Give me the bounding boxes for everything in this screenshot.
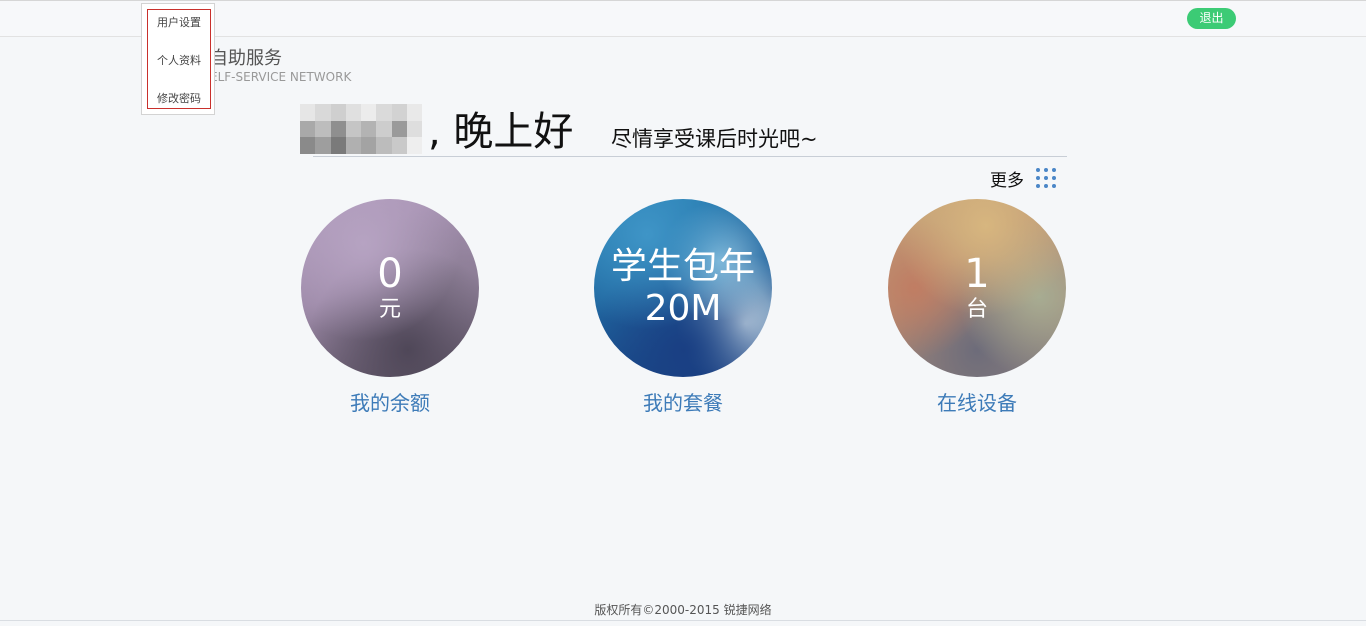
logout-button[interactable]: 退出 (1187, 8, 1236, 29)
balance-circle: 0 元 (301, 199, 479, 377)
devices-unit: 台 (965, 297, 988, 322)
balance-unit: 元 (378, 297, 401, 322)
more-link[interactable]: 更多 (990, 166, 1058, 191)
plan-name: 学生包年 (610, 246, 755, 287)
balance-value: 0 (377, 251, 403, 297)
blurred-username (300, 104, 422, 154)
user-menu-list: 用户设置 个人资料 修改密码 (147, 9, 211, 109)
devices-value: 1 (964, 251, 990, 297)
balance-label[interactable]: 我的余额 (301, 387, 479, 416)
brand-title: 自助服务 (210, 48, 282, 69)
greeting-tagline: 尽情享受课后时光吧~ (611, 127, 818, 151)
brand-subtitle: ELF-SERVICE NETWORK (210, 70, 352, 84)
plan-bandwidth: 20M (644, 288, 722, 329)
user-settings-dropdown: 用户设置 个人资料 修改密码 (141, 3, 215, 115)
devices-label[interactable]: 在线设备 (888, 387, 1066, 416)
greeting-text: , 晚上好 (428, 109, 574, 155)
plan-label[interactable]: 我的套餐 (594, 387, 772, 416)
footer-copyright: 版权所有©2000-2015 锐捷网络 (594, 603, 772, 617)
grid-dots-icon (1036, 167, 1058, 189)
plan-circle: 学生包年 20M (594, 199, 772, 377)
menu-item-user-settings[interactable]: 用户设置 (148, 16, 210, 30)
menu-item-profile[interactable]: 个人资料 (148, 54, 210, 68)
devices-circle: 1 台 (888, 199, 1066, 377)
footer-divider (0, 620, 1366, 621)
menu-item-change-password[interactable]: 修改密码 (148, 92, 210, 106)
plan-card[interactable]: 学生包年 20M 我的套餐 (594, 199, 774, 416)
balance-card[interactable]: 0 元 我的余额 (301, 199, 481, 416)
more-label: 更多 (990, 170, 1024, 191)
section-divider (313, 156, 1067, 157)
devices-card[interactable]: 1 台 在线设备 (888, 199, 1068, 416)
